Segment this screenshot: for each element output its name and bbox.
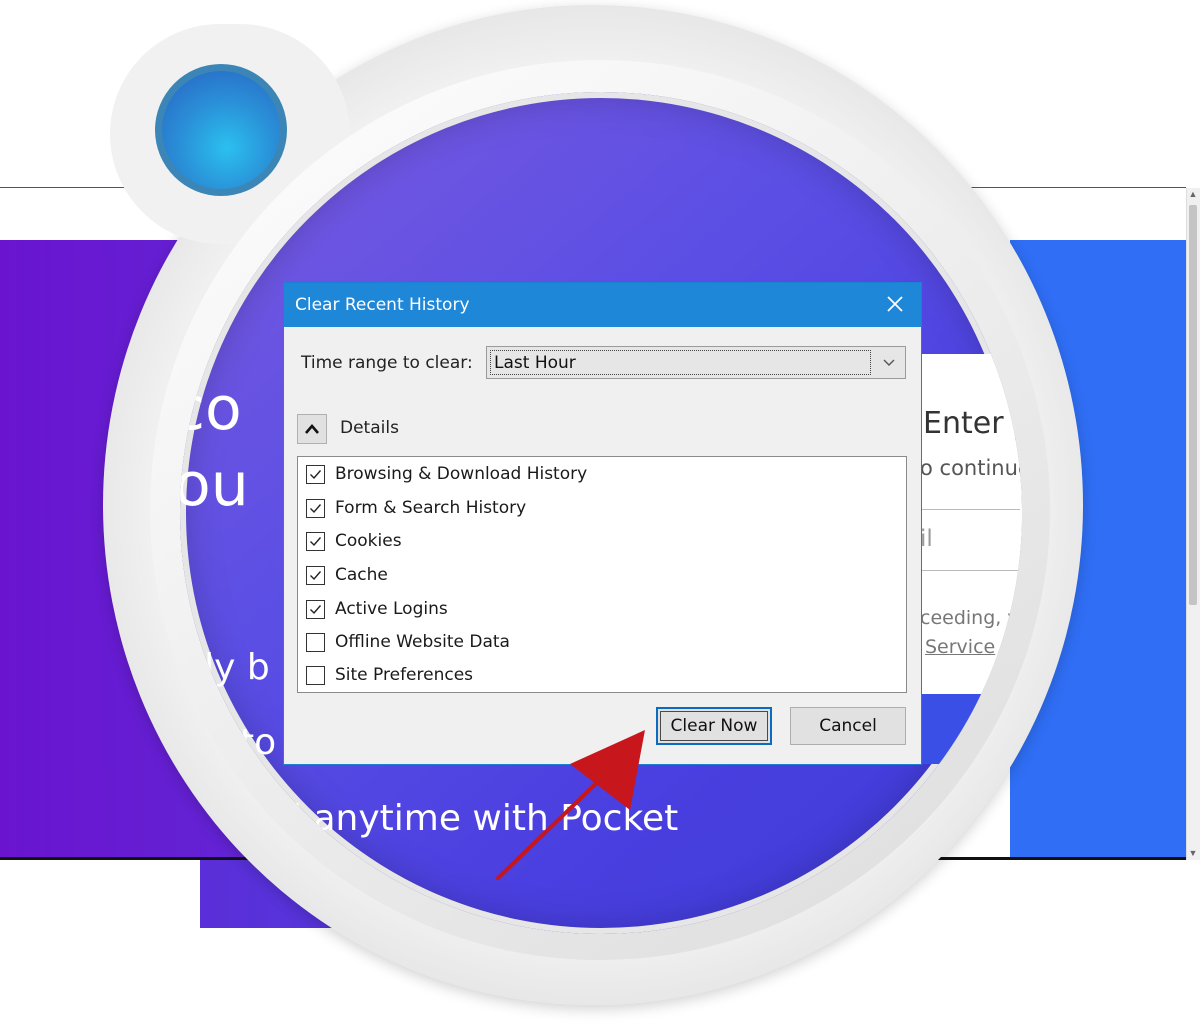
time-range-label: Time range to clear: [301, 353, 473, 373]
hero-headline-fragment-1: co [180, 374, 242, 444]
close-icon[interactable] [883, 292, 907, 316]
checkbox-browsing-history[interactable] [306, 465, 325, 484]
cancel-label: Cancel [819, 716, 877, 736]
chevron-down-icon[interactable] [881, 354, 897, 370]
hero-line-fragment-1: tly b [190, 647, 270, 688]
checkmark-icon [310, 571, 322, 581]
list-item-label: Site Preferences [335, 665, 474, 685]
signup-button-magnified [920, 694, 1022, 764]
list-item-label: Cache [335, 565, 388, 585]
checkmark-icon [310, 504, 322, 514]
time-range-select[interactable]: Last Hour [486, 346, 906, 379]
checkbox-form-search-history[interactable] [306, 499, 325, 518]
cancel-button[interactable]: Cancel [790, 707, 906, 745]
list-item-label: Browsing & Download History [335, 464, 588, 484]
list-item-label: Cookies [335, 531, 402, 551]
dialog-titlebar: Clear Recent History [284, 283, 921, 327]
dialog-title: Clear Recent History [295, 295, 470, 315]
history-items-list: Browsing & Download History Form & Searc… [297, 456, 907, 693]
checkbox-offline-website-data[interactable] [306, 633, 325, 652]
list-item-label: Active Logins [335, 599, 448, 619]
magnifier-dot-icon [162, 71, 280, 189]
signup-heading: Enter y [923, 406, 1022, 441]
checkmark-icon [310, 470, 322, 480]
details-toggle-button[interactable] [297, 414, 327, 444]
email-field-bottom-border [920, 570, 1020, 571]
details-label[interactable]: Details [340, 418, 399, 438]
hero-headline-fragment-2: ou [180, 450, 249, 520]
email-field-top-border [920, 509, 1020, 510]
clear-now-button[interactable]: Clear Now [656, 707, 772, 745]
checkbox-active-logins[interactable] [306, 600, 325, 619]
focus-ring [660, 711, 768, 741]
scrollbar-thumb[interactable] [1189, 205, 1197, 605]
time-range-value[interactable]: Last Hour [490, 350, 871, 375]
signup-subtext: o continue [920, 456, 1022, 480]
scroll-down-arrow-icon[interactable]: ▼ [1188, 848, 1198, 858]
terms-of-service-link[interactable]: Service [925, 636, 995, 658]
scroll-up-arrow-icon[interactable]: ▲ [1188, 189, 1198, 199]
checkbox-site-preferences[interactable] [306, 666, 325, 685]
annotation-arrow-icon [496, 730, 645, 880]
clear-history-dialog: Clear Recent History Time range to clear… [283, 282, 922, 765]
checkbox-cookies[interactable] [306, 532, 325, 551]
checkbox-cache[interactable] [306, 566, 325, 585]
checkmark-icon [310, 537, 322, 547]
list-item-label: Form & Search History [335, 498, 527, 518]
checkmark-icon [310, 605, 322, 615]
legal-text: ceeding, y [920, 607, 1019, 629]
hero-line-fragment-2: to [240, 722, 277, 763]
chevron-up-icon [305, 424, 319, 434]
list-item-label: Offline Website Data [335, 632, 510, 652]
